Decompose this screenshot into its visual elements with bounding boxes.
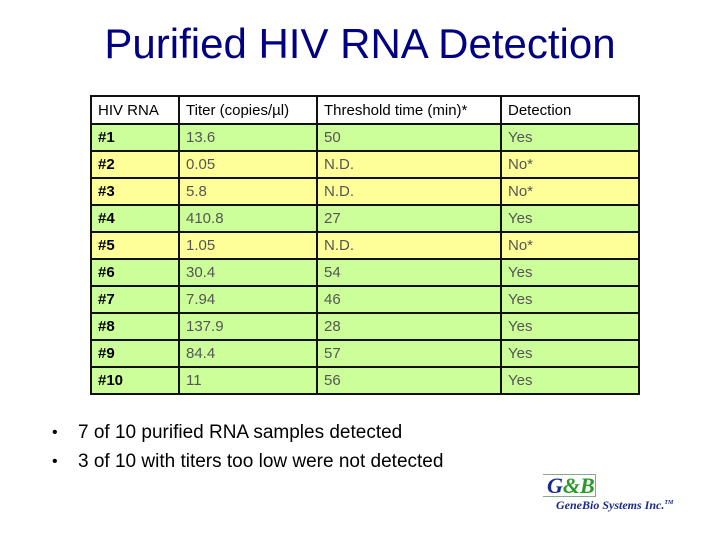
table-row: #8 137.9 28 Yes — [90, 312, 640, 341]
bullet-item: • 3 of 10 with titers too low were not de… — [52, 447, 443, 476]
logo-badge-icon: G&B — [543, 473, 596, 498]
header-hiv-rna: HIV RNA — [90, 95, 180, 125]
table-row: #4 410.8 27 Yes — [90, 204, 640, 233]
genebio-logo: G&B GeneBio Systems Inc.TM — [540, 473, 710, 514]
cell-detection: Yes — [500, 285, 640, 314]
header-detection: Detection — [500, 95, 640, 125]
cell-threshold-time: 46 — [316, 285, 502, 314]
cell-detection: Yes — [500, 123, 640, 152]
summary-bullets: • 7 of 10 purified RNA samples detected •… — [52, 418, 443, 476]
cell-detection: No* — [500, 231, 640, 260]
bullet-text: 7 of 10 purified RNA samples detected — [78, 422, 403, 443]
logo-letter-g: G — [547, 473, 563, 498]
cell-detection: Yes — [500, 366, 640, 395]
cell-threshold-time: 28 — [316, 312, 502, 341]
logo-letter-b: B — [580, 473, 595, 498]
table-row: #3 5.8 N.D. No* — [90, 177, 640, 206]
company-name-text: GeneBio Systems Inc. — [556, 498, 665, 512]
cell-sample-id: #9 — [90, 339, 180, 368]
cell-sample-id: #6 — [90, 258, 180, 287]
cell-threshold-time: 57 — [316, 339, 502, 368]
cell-titer: 30.4 — [178, 258, 318, 287]
cell-sample-id: #5 — [90, 231, 180, 260]
bullet-text: 3 of 10 with titers too low were not det… — [78, 451, 444, 472]
cell-titer: 5.8 — [178, 177, 318, 206]
cell-sample-id: #8 — [90, 312, 180, 341]
logo-ampersand: & — [562, 473, 581, 498]
cell-sample-id: #4 — [90, 204, 180, 233]
table-row: #6 30.4 54 Yes — [90, 258, 640, 287]
table-row: #7 7.94 46 Yes — [90, 285, 640, 314]
table-row: #5 1.05 N.D. No* — [90, 231, 640, 260]
cell-detection: Yes — [500, 258, 640, 287]
table-row: #2 0.05 N.D. No* — [90, 150, 640, 179]
bullet-item: • 7 of 10 purified RNA samples detected — [52, 418, 443, 447]
header-titer: Titer (copies/µl) — [178, 95, 318, 125]
cell-detection: Yes — [500, 312, 640, 341]
cell-threshold-time: 56 — [316, 366, 502, 395]
cell-sample-id: #2 — [90, 150, 180, 179]
detection-table: HIV RNA Titer (copies/µl) Threshold time… — [90, 95, 640, 395]
cell-titer: 13.6 — [178, 123, 318, 152]
cell-titer: 0.05 — [178, 150, 318, 179]
table-row: #1 13.6 50 Yes — [90, 123, 640, 152]
cell-threshold-time: N.D. — [316, 231, 502, 260]
cell-threshold-time: N.D. — [316, 150, 502, 179]
table-row: #10 11 56 Yes — [90, 366, 640, 395]
cell-detection: No* — [500, 150, 640, 179]
cell-sample-id: #7 — [90, 285, 180, 314]
cell-titer: 84.4 — [178, 339, 318, 368]
cell-sample-id: #1 — [90, 123, 180, 152]
table-header-row: HIV RNA Titer (copies/µl) Threshold time… — [90, 95, 640, 125]
table-row: #9 84.4 57 Yes — [90, 339, 640, 368]
cell-threshold-time: 27 — [316, 204, 502, 233]
cell-detection: No* — [500, 177, 640, 206]
logo-company-name: GeneBio Systems Inc.TM — [556, 498, 673, 513]
cell-threshold-time: N.D. — [316, 177, 502, 206]
cell-titer: 7.94 — [178, 285, 318, 314]
cell-threshold-time: 50 — [316, 123, 502, 152]
cell-titer: 137.9 — [178, 312, 318, 341]
bullet-dot-icon: • — [52, 424, 58, 441]
cell-detection: Yes — [500, 204, 640, 233]
bullet-dot-icon: • — [52, 453, 58, 470]
cell-titer: 11 — [178, 366, 318, 395]
cell-threshold-time: 54 — [316, 258, 502, 287]
cell-sample-id: #10 — [90, 366, 180, 395]
header-threshold-time: Threshold time (min)* — [316, 95, 502, 125]
slide-title: Purified HIV RNA Detection — [104, 20, 616, 67]
cell-titer: 1.05 — [178, 231, 318, 260]
cell-titer: 410.8 — [178, 204, 318, 233]
trademark-mark: TM — [664, 500, 674, 506]
cell-detection: Yes — [500, 339, 640, 368]
cell-sample-id: #3 — [90, 177, 180, 206]
